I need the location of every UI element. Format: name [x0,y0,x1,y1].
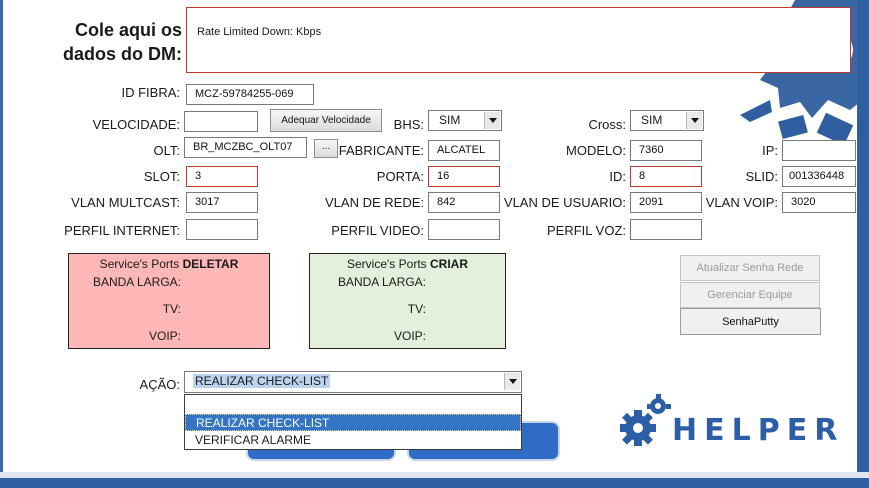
cross-select[interactable]: SIM [630,110,704,131]
modelo-field[interactable]: 7360 [630,140,702,161]
helper-logo-text: HELPER [672,413,845,448]
vlan-multcast-field[interactable]: 3017 [186,192,258,213]
id-label: ID: [609,169,626,184]
perfil-video-field[interactable] [428,219,500,240]
chevron-down-icon[interactable] [484,112,500,129]
id-field[interactable]: 8 [630,166,702,187]
create-voip-label: VOIP: [393,329,426,343]
delete-voip-label: VOIP: [148,329,181,343]
slid-label: SLID: [745,169,778,184]
velocidade-label: VELOCIDADE: [92,117,180,132]
vlan-rede-field[interactable]: 842 [428,192,500,213]
ip-label: IP: [762,143,778,158]
acao-option[interactable]: VERIFICAR ALARME [185,432,521,449]
cross-select-value: SIM [641,113,663,127]
slot-field[interactable]: 3 [186,166,258,187]
cross-label: Cross: [588,117,626,132]
acao-select[interactable]: REALIZAR CHECK-LIST [184,371,522,393]
create-banda-label: BANDA LARGA: [337,275,426,289]
paste-label-line1: Cole aqui os [74,20,182,40]
chevron-down-icon[interactable] [504,373,520,390]
slid-field[interactable]: 001336448 [782,166,856,187]
create-tv-label: TV: [407,302,426,316]
acao-option[interactable]: REALIZAR CHECK-LIST [185,414,521,431]
delete-banda-label: BANDA LARGA: [92,275,181,289]
perfil-voz-field[interactable] [630,219,702,240]
ip-field[interactable] [782,140,856,161]
bhs-label: BHS: [393,117,424,132]
vlan-rede-label: VLAN DE REDE: [325,195,424,210]
chevron-down-icon[interactable] [686,112,702,129]
vlan-voip-field[interactable]: 3020 [782,192,856,213]
window-frame-right [857,0,869,488]
adequar-velocidade-button[interactable]: Adequar Velocidade [270,109,382,132]
id-fibra-field[interactable]: MCZ-59784255-069 [186,84,314,105]
acao-label: AÇÃO: [139,377,180,392]
fabricante-field[interactable]: ALCATEL [428,140,500,161]
vlan-usuario-field[interactable]: 2091 [630,192,702,213]
acao-select-value: REALIZAR CHECK-LIST [193,374,331,388]
create-panel-title-strong: CRIAR [429,257,468,271]
porta-field[interactable]: 16 [428,166,500,187]
paste-label-line2: dados do DM: [63,44,182,64]
perfil-voz-label: PERFIL VOZ: [547,223,626,238]
paste-label: Cole aqui os dados do DM: [52,18,182,66]
velocidade-field[interactable] [184,111,258,132]
gerenciar-equipe-button[interactable]: Gerenciar Equipe [680,282,820,308]
perfil-video-label: PERFIL VIDEO: [331,223,424,238]
vlan-multcast-label: VLAN MULTCAST: [71,195,180,210]
bhs-select-value: SIM [439,113,461,127]
window-frame-bottom [0,478,869,488]
helper-logo-icon [620,394,671,446]
delete-panel-title-strong: DELETAR [182,257,239,271]
create-panel-title-prefix: Service's Ports [347,257,430,271]
olt-field[interactable]: BR_MCZBC_OLT07 [184,137,307,158]
atualizar-senha-rede-button[interactable]: Atualizar Senha Rede [680,255,820,281]
perfil-internet-label: PERFIL INTERNET: [64,223,180,238]
service-ports-delete-panel: Service's Ports DELETAR BANDA LARGA: TV:… [68,253,270,349]
olt-label: OLT: [153,143,181,158]
paste-text: Rate Limited Down: Kbps [197,26,322,38]
modelo-label: MODELO: [566,143,626,158]
delete-panel-title-prefix: Service's Ports [99,257,183,271]
acao-dropdown-list: REALIZAR CHECK-LIST VERIFICAR ALARME [184,394,522,450]
fabricante-label: FABRICANTE: [338,143,424,158]
paste-textarea[interactable]: Rate Limited Down: Kbps [186,7,851,73]
porta-label: PORTA: [376,169,424,184]
perfil-internet-field[interactable] [186,219,258,240]
service-ports-create-panel: Service's Ports CRIAR BANDA LARGA: TV: V… [309,253,506,349]
id-fibra-label: ID FIBRA: [121,85,180,100]
create-panel-title: Service's Ports CRIAR [310,257,505,271]
vlan-usuario-label: VLAN DE USUARIO: [503,195,626,210]
vlan-voip-label: VLAN VOIP: [705,195,778,210]
delete-panel-title: Service's Ports DELETAR [69,257,269,271]
senhaputty-button[interactable]: SenhaPutty [680,308,821,335]
window-frame-left [0,0,3,488]
delete-tv-label: TV: [162,302,181,316]
bhs-select[interactable]: SIM [428,110,502,131]
slot-label: SLOT: [143,169,180,184]
